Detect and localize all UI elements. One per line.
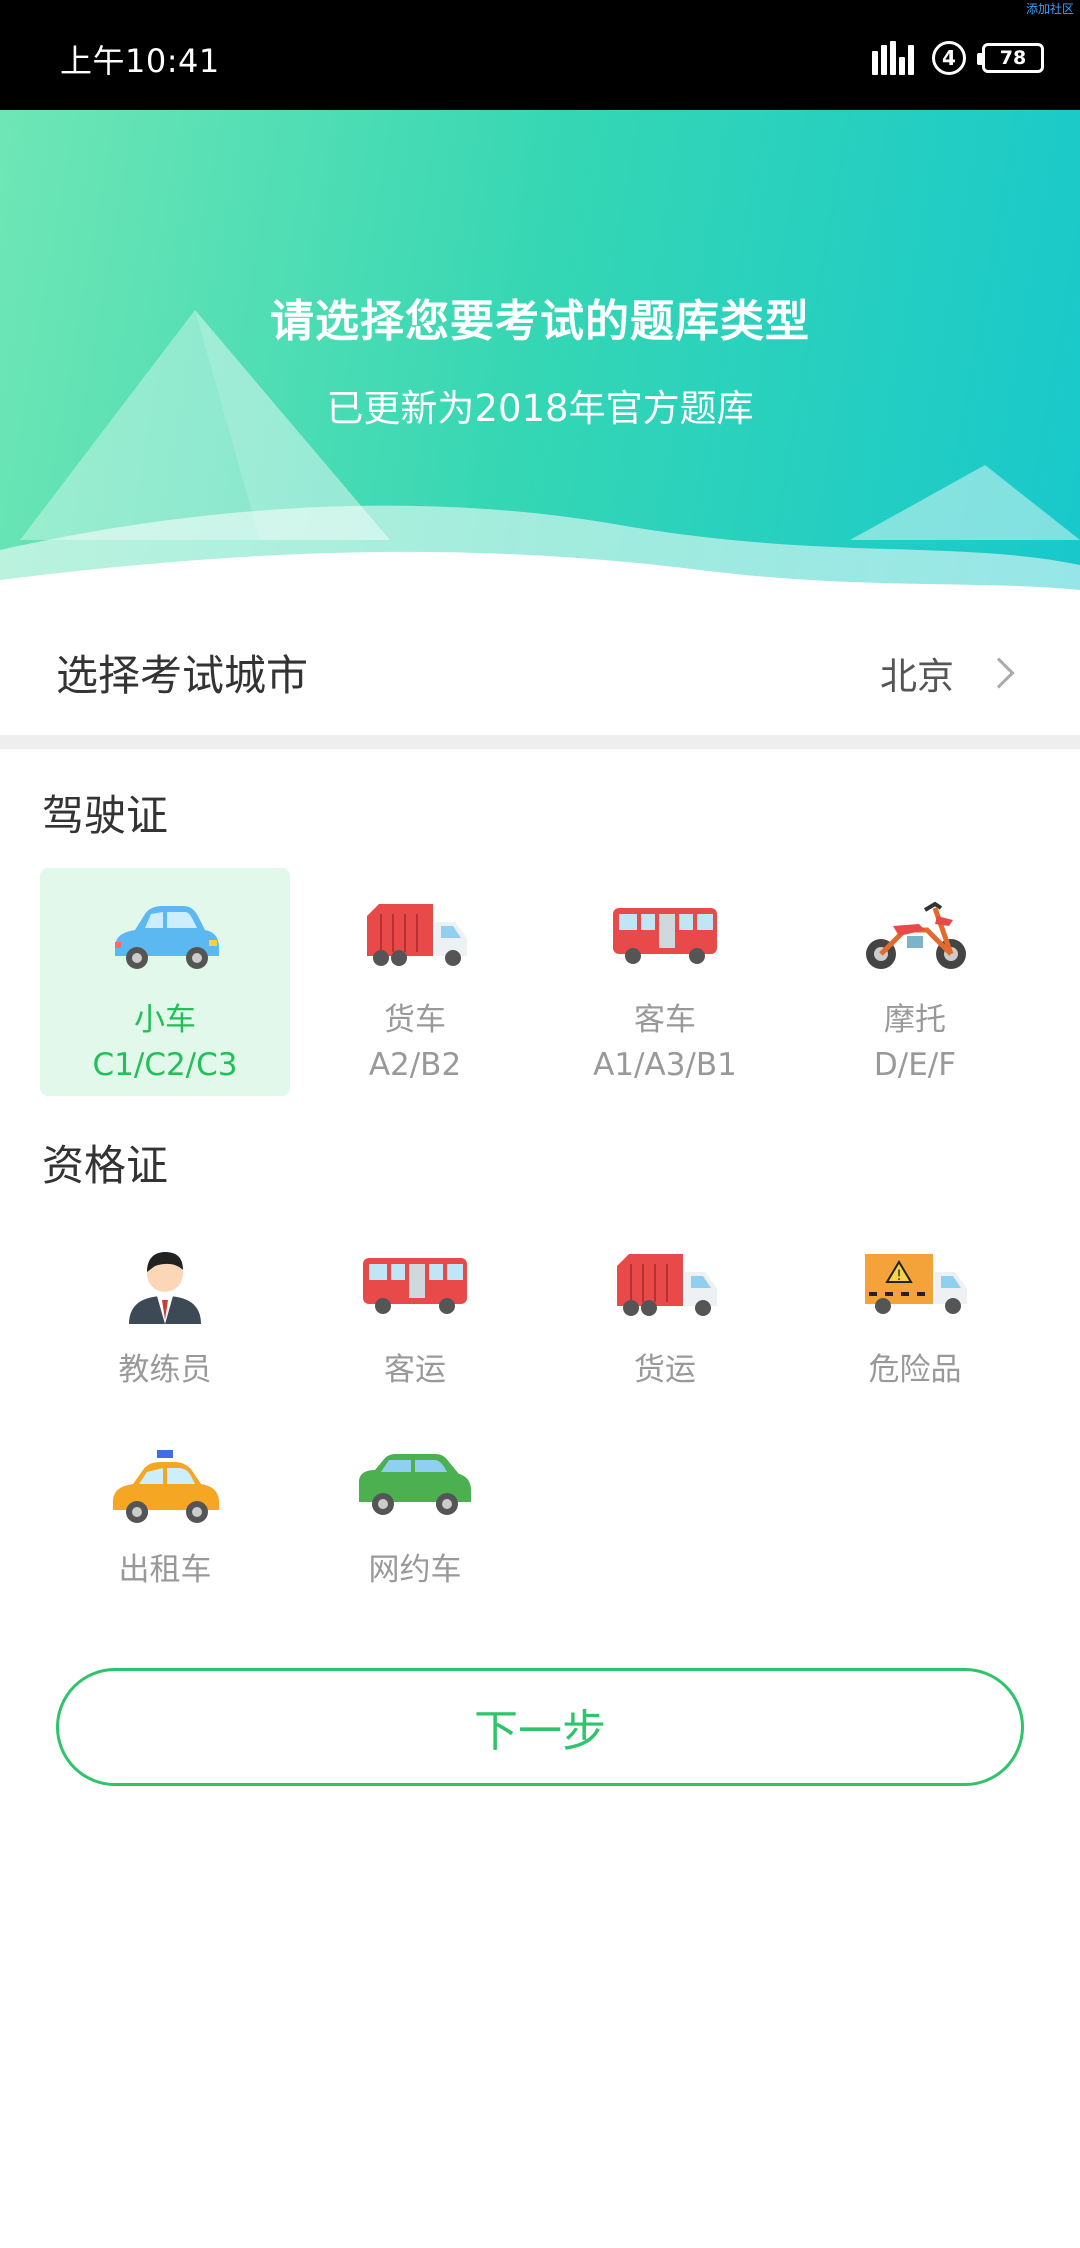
license-option-name: 货车 — [384, 1002, 446, 1038]
qualification-option-name: 教练员 — [118, 1352, 212, 1388]
city-selector[interactable]: 选择考试城市 北京 — [0, 610, 1080, 735]
license-grid: 小车 C1/C2/C3 货车 A2/B2 客车 A1/A3/B1 摩托 D/E/… — [40, 868, 1040, 1096]
qualification-option-name: 货运 — [634, 1352, 696, 1388]
signal-icon — [872, 41, 916, 75]
taxi-icon — [113, 1450, 219, 1523]
qualification-option-name: 客运 — [384, 1352, 446, 1388]
corner-text: 添加社区 — [1025, 2, 1074, 16]
chevron-right-icon — [983, 656, 1015, 689]
hero-title: 请选择您要考试的题库类型 — [270, 296, 810, 347]
bus-icon — [613, 908, 717, 964]
license-option-car[interactable]: 小车 C1/C2/C3 — [40, 868, 290, 1096]
city-value: 北京 — [880, 654, 954, 698]
truck-icon — [617, 1254, 717, 1316]
next-step-button[interactable]: 下一步 — [56, 1668, 1024, 1786]
license-option-bus[interactable]: 客车 A1/A3/B1 — [540, 868, 790, 1096]
bus-icon — [363, 1258, 467, 1314]
city-value-group: 北京 — [880, 646, 1024, 700]
status-bar: 上午10:41 添加社区 4 78 — [0, 0, 1080, 110]
section-divider — [0, 735, 1080, 749]
qualification-option-passenger[interactable]: 客运 — [290, 1222, 540, 1422]
hero-mountains-decoration — [0, 310, 1080, 610]
motorcycle-icon — [866, 901, 966, 969]
status-icons: 4 78 — [872, 38, 1044, 78]
license-option-name: 小车 — [134, 1002, 196, 1038]
hero-subtitle: 已更新为2018年官方题库 — [326, 387, 754, 430]
license-option-code: C1/C2/C3 — [92, 1047, 238, 1083]
license-option-code: A2/B2 — [368, 1047, 462, 1083]
qualification-option-rideshare[interactable]: 网约车 — [290, 1422, 540, 1622]
battery-icon: 78 — [977, 43, 1044, 73]
rideshare-car-icon — [359, 1454, 471, 1515]
hazmat-truck-icon: ! — [865, 1254, 967, 1314]
license-option-motorcycle[interactable]: 摩托 D/E/F — [790, 868, 1040, 1096]
car-icon — [115, 906, 219, 969]
license-option-name: 客车 — [634, 1002, 696, 1038]
status-time: 上午10:41 — [60, 42, 220, 80]
qualification-grid: 教练员 客运 货运 ! 危险品 出租车 网约车 — [40, 1222, 1040, 1622]
svg-text:!: ! — [896, 1268, 902, 1284]
qualification-option-name: 网约车 — [368, 1552, 462, 1588]
qualification-option-freight[interactable]: 货运 — [540, 1222, 790, 1422]
sim-icon: 4 — [932, 41, 966, 75]
hero-banner: 请选择您要考试的题库类型 已更新为2018年官方题库 — [0, 110, 1080, 610]
license-option-code: D/E/F — [873, 1047, 957, 1083]
city-label: 选择考试城市 — [56, 651, 309, 700]
qualification-option-name: 危险品 — [868, 1352, 962, 1388]
qualification-section-title: 资格证 — [42, 1141, 169, 1190]
qualification-option-taxi[interactable]: 出租车 — [40, 1422, 290, 1622]
license-section-title: 驾驶证 — [42, 791, 169, 840]
qualification-option-hazmat[interactable]: ! 危险品 — [790, 1222, 1040, 1422]
license-option-name: 摩托 — [884, 1002, 946, 1038]
license-option-truck[interactable]: 货车 A2/B2 — [290, 868, 540, 1096]
coach-icon — [129, 1252, 201, 1324]
qualification-option-name: 出租车 — [118, 1552, 212, 1588]
qualification-option-coach[interactable]: 教练员 — [40, 1222, 290, 1422]
truck-icon — [367, 904, 467, 966]
license-option-code: A1/A3/B1 — [593, 1047, 737, 1083]
